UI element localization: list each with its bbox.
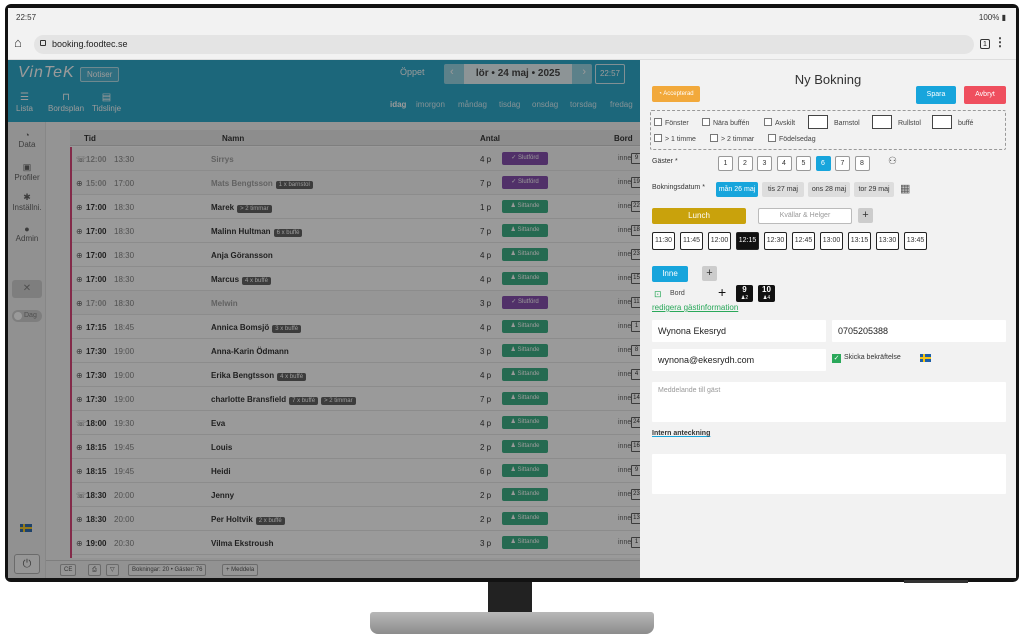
pref-barnstol[interactable]: Barnstol: [808, 115, 860, 129]
address-bar[interactable]: booking.foodtec.se: [34, 35, 974, 54]
pref-rullstol[interactable]: Rullstol: [872, 115, 921, 129]
new-booking-panel: Ny Bokning ◔ Accepterad Spara Avbryt Fön…: [640, 60, 1016, 578]
save-button[interactable]: Spara: [916, 86, 956, 104]
date-option[interactable]: ons 28 maj: [808, 182, 850, 197]
monitor-stand-base: [370, 612, 654, 634]
inne-button[interactable]: Inne: [652, 266, 688, 282]
guest-count-1[interactable]: 1: [718, 156, 733, 171]
date-option[interactable]: tis 27 maj: [762, 182, 804, 197]
pref-buffe[interactable]: buffé: [932, 115, 973, 129]
pref-avskilt[interactable]: Avskilt: [764, 118, 795, 127]
calendar-icon[interactable]: ▦: [900, 182, 910, 195]
time-slot[interactable]: 11:30: [652, 232, 675, 250]
browser-bar: ⌂ booking.foodtec.se 1 ⋮: [8, 28, 1016, 60]
tabs-button[interactable]: 1: [980, 39, 990, 49]
kvallar-helger-button[interactable]: Kvällar & Helger: [758, 208, 852, 224]
guest-name-field[interactable]: Wynona Ekesryd: [652, 320, 826, 342]
add-area-icon[interactable]: +: [702, 266, 717, 281]
gaster-label: Gäster *: [652, 158, 678, 165]
bokningsdatum-label: Bokningsdatum *: [652, 184, 705, 191]
lock-icon: [40, 40, 46, 46]
panel-title: Ny Bokning: [794, 72, 862, 87]
date-option[interactable]: tor 29 maj: [854, 182, 894, 197]
pref-fonster[interactable]: Fönster: [654, 118, 689, 127]
time-slot[interactable]: 13:30: [876, 232, 899, 250]
date-option[interactable]: mån 26 maj: [716, 182, 758, 197]
lock-table-icon[interactable]: ⊡: [654, 289, 662, 300]
battery-indicator: 100% ▮: [978, 13, 1006, 22]
cancel-button[interactable]: Avbryt: [964, 86, 1006, 104]
status-time: 22:57: [16, 13, 37, 22]
time-slot[interactable]: 12:00: [708, 232, 731, 250]
redigera-gastinformation-link[interactable]: redigera gästinformation: [652, 303, 738, 312]
lunch-button[interactable]: Lunch: [652, 208, 746, 224]
pref-fodelsedag[interactable]: Födelsedag: [768, 134, 816, 143]
screen: 22:57 100% ▮ ⌂ booking.foodtec.se 1 ⋮ Vi…: [8, 8, 1016, 578]
intern-anteckning-tab[interactable]: Intern anteckning: [652, 430, 710, 437]
time-slot[interactable]: 11:45: [680, 232, 703, 250]
table-badge-10[interactable]: 10 ♟4: [758, 285, 775, 302]
home-icon[interactable]: ⌂: [14, 35, 22, 50]
add-table-icon[interactable]: +: [718, 284, 726, 300]
guest-email-field[interactable]: wynona@ekesrydh.com: [652, 349, 826, 371]
time-slot[interactable]: 12:15: [736, 232, 759, 250]
accepterad-status-button[interactable]: ◔ Accepterad: [652, 86, 700, 102]
guest-count-5[interactable]: 5: [796, 156, 811, 171]
time-slot[interactable]: 13:45: [904, 232, 927, 250]
pref-over-2-timmar[interactable]: > 2 timmar: [710, 134, 754, 143]
monitor-indicator: [904, 580, 968, 583]
guest-count-4[interactable]: 4: [776, 156, 792, 171]
monitor-stand-neck: [488, 582, 532, 612]
pref-nara-buffen[interactable]: Nära buffén: [702, 118, 749, 127]
guest-count-2[interactable]: 2: [737, 156, 753, 171]
guest-count-8[interactable]: 8: [854, 156, 870, 171]
guest-count-3[interactable]: 3: [757, 156, 772, 171]
language-flag-icon[interactable]: [920, 354, 931, 362]
guest-phone-field[interactable]: 0705205388: [832, 320, 1006, 342]
message-to-guest-field[interactable]: Meddelande till gäst: [652, 382, 1006, 422]
skicka-bekraftelse-checkbox[interactable]: ✓ Skicka bekräftelse: [832, 354, 901, 363]
time-slot[interactable]: 12:45: [792, 232, 815, 250]
time-slot[interactable]: 13:00: [820, 232, 843, 250]
guests-icon[interactable]: ⚇: [888, 156, 897, 167]
modal-overlay[interactable]: [8, 60, 640, 578]
pref-over-1-timme[interactable]: > 1 timme: [654, 134, 696, 143]
time-slot[interactable]: 12:30: [764, 232, 787, 250]
time-slot[interactable]: 13:15: [848, 232, 871, 250]
status-bar: 22:57 100% ▮: [8, 8, 1016, 28]
more-menu-icon[interactable]: ⋮: [994, 35, 1006, 49]
bord-label: Bord: [670, 290, 685, 297]
table-badge-9[interactable]: 9 ♟2: [736, 285, 753, 302]
guest-count-7[interactable]: 7: [835, 156, 850, 171]
internal-note-field[interactable]: [652, 454, 1006, 494]
guest-count-6[interactable]: 6: [815, 156, 831, 171]
add-shift-icon[interactable]: +: [858, 208, 873, 223]
